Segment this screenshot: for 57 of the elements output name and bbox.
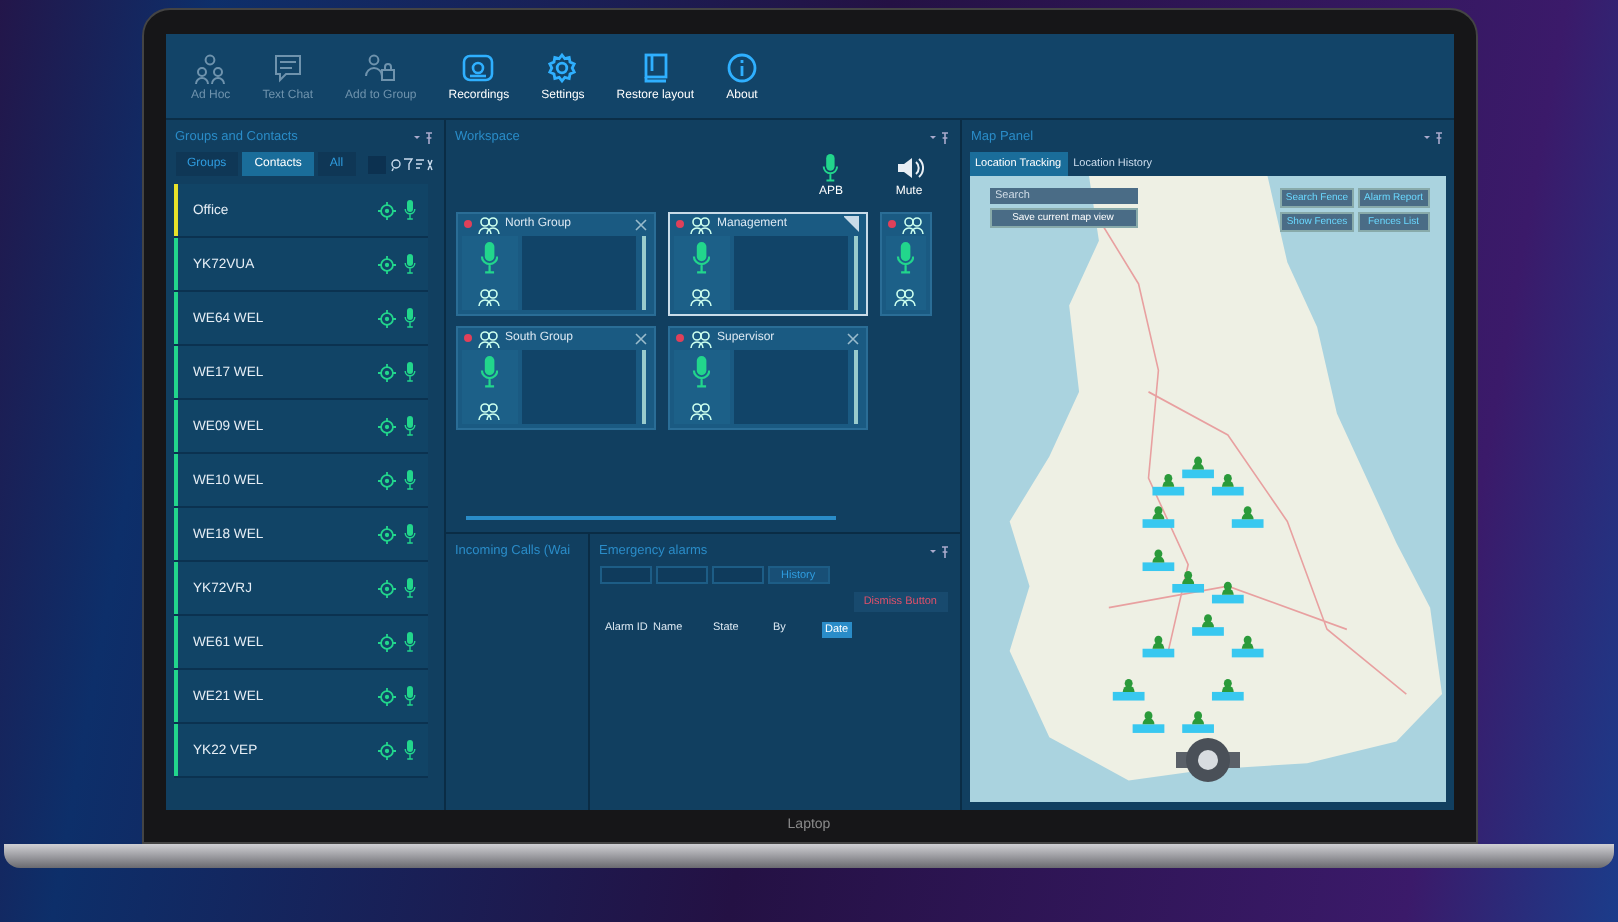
microphone-icon	[403, 740, 415, 760]
group-card[interactable]	[879, 212, 931, 316]
microphone-icon	[403, 470, 415, 490]
people-lock-icon	[364, 51, 397, 83]
crosshair-icon[interactable]	[377, 417, 395, 435]
people-icon	[690, 288, 712, 306]
crosshair-icon[interactable]	[377, 255, 395, 273]
people-icon	[194, 51, 227, 83]
people-icon	[478, 402, 500, 420]
close-icon[interactable]	[633, 217, 647, 231]
close-icon[interactable]	[845, 331, 859, 345]
crosshair-icon[interactable]	[377, 633, 395, 651]
people-icon	[689, 329, 711, 347]
speaker-icon	[895, 154, 923, 182]
microphone-icon	[403, 362, 415, 382]
microphone-icon	[822, 154, 840, 182]
crosshair-icon[interactable]	[377, 741, 395, 759]
microphone-icon	[479, 242, 499, 274]
gear-icon	[546, 51, 579, 83]
people-icon	[477, 215, 499, 233]
search-filter-icons[interactable]	[389, 157, 433, 171]
microphone-icon	[403, 416, 415, 436]
people-icon	[901, 215, 923, 233]
crosshair-icon[interactable]	[377, 579, 395, 597]
microphone-icon	[479, 356, 499, 388]
crosshair-icon[interactable]	[377, 687, 395, 705]
pin-icon[interactable]	[929, 131, 949, 143]
people-icon	[894, 288, 916, 306]
crosshair-icon[interactable]	[377, 201, 395, 219]
people-icon	[477, 329, 499, 347]
crosshair-icon[interactable]	[377, 525, 395, 543]
microphone-icon	[691, 242, 711, 274]
crosshair-icon[interactable]	[377, 309, 395, 327]
microphone-icon	[403, 686, 415, 706]
crosshair-icon[interactable]	[377, 471, 395, 489]
microphone-icon	[403, 632, 415, 652]
recordings-icon	[462, 51, 495, 83]
info-icon	[725, 51, 758, 83]
people-icon	[690, 402, 712, 420]
book-icon	[639, 51, 672, 83]
crosshair-icon[interactable]	[377, 363, 395, 381]
scrollbar[interactable]	[465, 516, 836, 520]
microphone-icon	[403, 200, 415, 220]
close-icon[interactable]	[633, 331, 647, 345]
people-icon	[689, 215, 711, 233]
microphone-icon	[403, 578, 415, 598]
pin-icon[interactable]	[1423, 131, 1443, 143]
people-icon	[478, 288, 500, 306]
microphone-icon	[403, 254, 415, 274]
microphone-icon	[403, 524, 415, 544]
microphone-icon	[895, 242, 915, 274]
microphone-icon	[403, 308, 415, 328]
chat-icon	[271, 51, 304, 83]
selected-corner-icon	[843, 216, 859, 232]
pin-icon[interactable]	[413, 131, 433, 143]
microphone-icon	[691, 356, 711, 388]
pin-icon[interactable]	[929, 545, 949, 557]
